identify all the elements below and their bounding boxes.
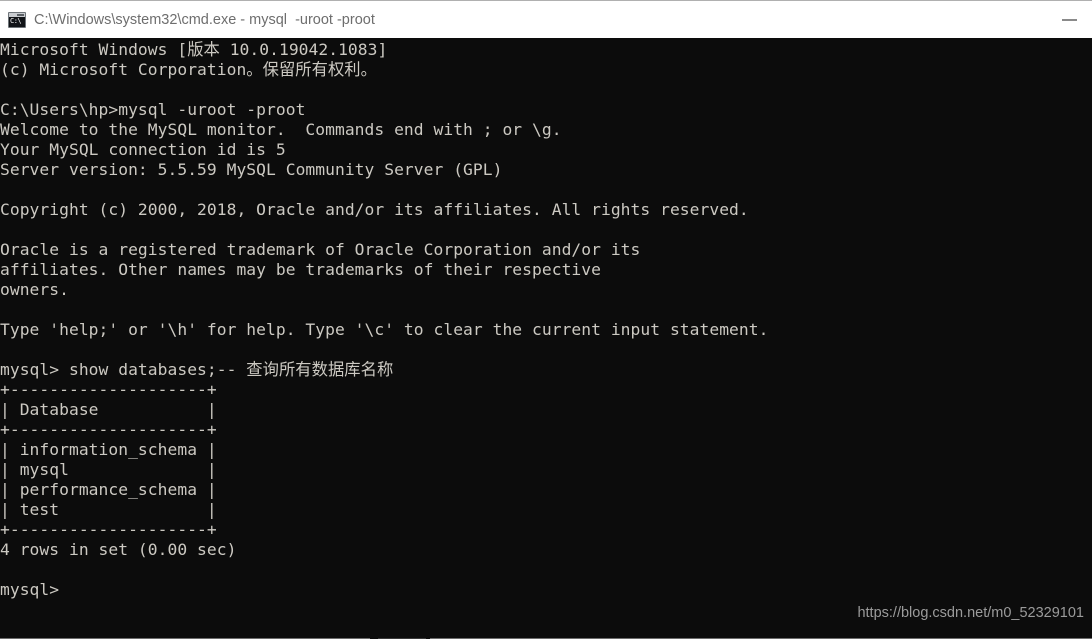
console-line: C:\Users\hp>mysql -uroot -proot bbox=[0, 100, 306, 119]
console-line: | information_schema | bbox=[0, 440, 217, 459]
console-line: Welcome to the MySQL monitor. Commands e… bbox=[0, 120, 562, 139]
bottom-edge bbox=[0, 633, 1092, 639]
console-output: Microsoft Windows [版本 10.0.19042.1083] (c… bbox=[0, 40, 768, 600]
console-line: mysql> bbox=[0, 580, 60, 599]
console-line: | mysql | bbox=[0, 460, 217, 479]
console-line: | test | bbox=[0, 500, 217, 519]
minimize-button[interactable] bbox=[1046, 1, 1092, 38]
console-line: 4 rows in set (0.00 sec) bbox=[0, 540, 237, 559]
console-line: Server version: 5.5.59 MySQL Community S… bbox=[0, 160, 503, 179]
console-line: affiliates. Other names may be trademark… bbox=[0, 260, 601, 279]
console-area[interactable]: Microsoft Windows [版本 10.0.19042.1083] (c… bbox=[0, 38, 1092, 634]
title-bar[interactable]: C:\ C:\Windows\system32\cmd.exe - mysql … bbox=[0, 1, 1092, 38]
console-line: Copyright (c) 2000, 2018, Oracle and/or … bbox=[0, 200, 749, 219]
cmd-icon-label: C:\ bbox=[10, 16, 22, 25]
cmd-console-icon: C:\ bbox=[8, 11, 26, 28]
watermark: https://blog.csdn.net/m0_52329101 bbox=[857, 605, 1084, 621]
window-title: C:\Windows\system32\cmd.exe - mysql -uro… bbox=[34, 11, 375, 28]
console-line: Type 'help;' or '\h' for help. Type '\c'… bbox=[0, 320, 769, 339]
console-line: Microsoft Windows [版本 10.0.19042.1083] bbox=[0, 40, 388, 59]
cmd-window: C:\ C:\Windows\system32\cmd.exe - mysql … bbox=[0, 0, 1092, 639]
minimize-icon bbox=[1061, 18, 1077, 21]
console-line: owners. bbox=[0, 280, 69, 299]
console-line: mysql> show databases;-- 查询所有数据库名称 bbox=[0, 360, 394, 379]
console-line: Oracle is a registered trademark of Orac… bbox=[0, 240, 641, 259]
console-line: +--------------------+ bbox=[0, 520, 217, 539]
console-line: (c) Microsoft Corporation。保留所有权利。 bbox=[0, 60, 377, 79]
console-line: | performance_schema | bbox=[0, 480, 217, 499]
console-line: Your MySQL connection id is 5 bbox=[0, 140, 286, 159]
console-line: +--------------------+ bbox=[0, 420, 217, 439]
console-line: +--------------------+ bbox=[0, 380, 217, 399]
window-controls bbox=[1046, 1, 1092, 38]
console-line: | Database | bbox=[0, 400, 217, 419]
